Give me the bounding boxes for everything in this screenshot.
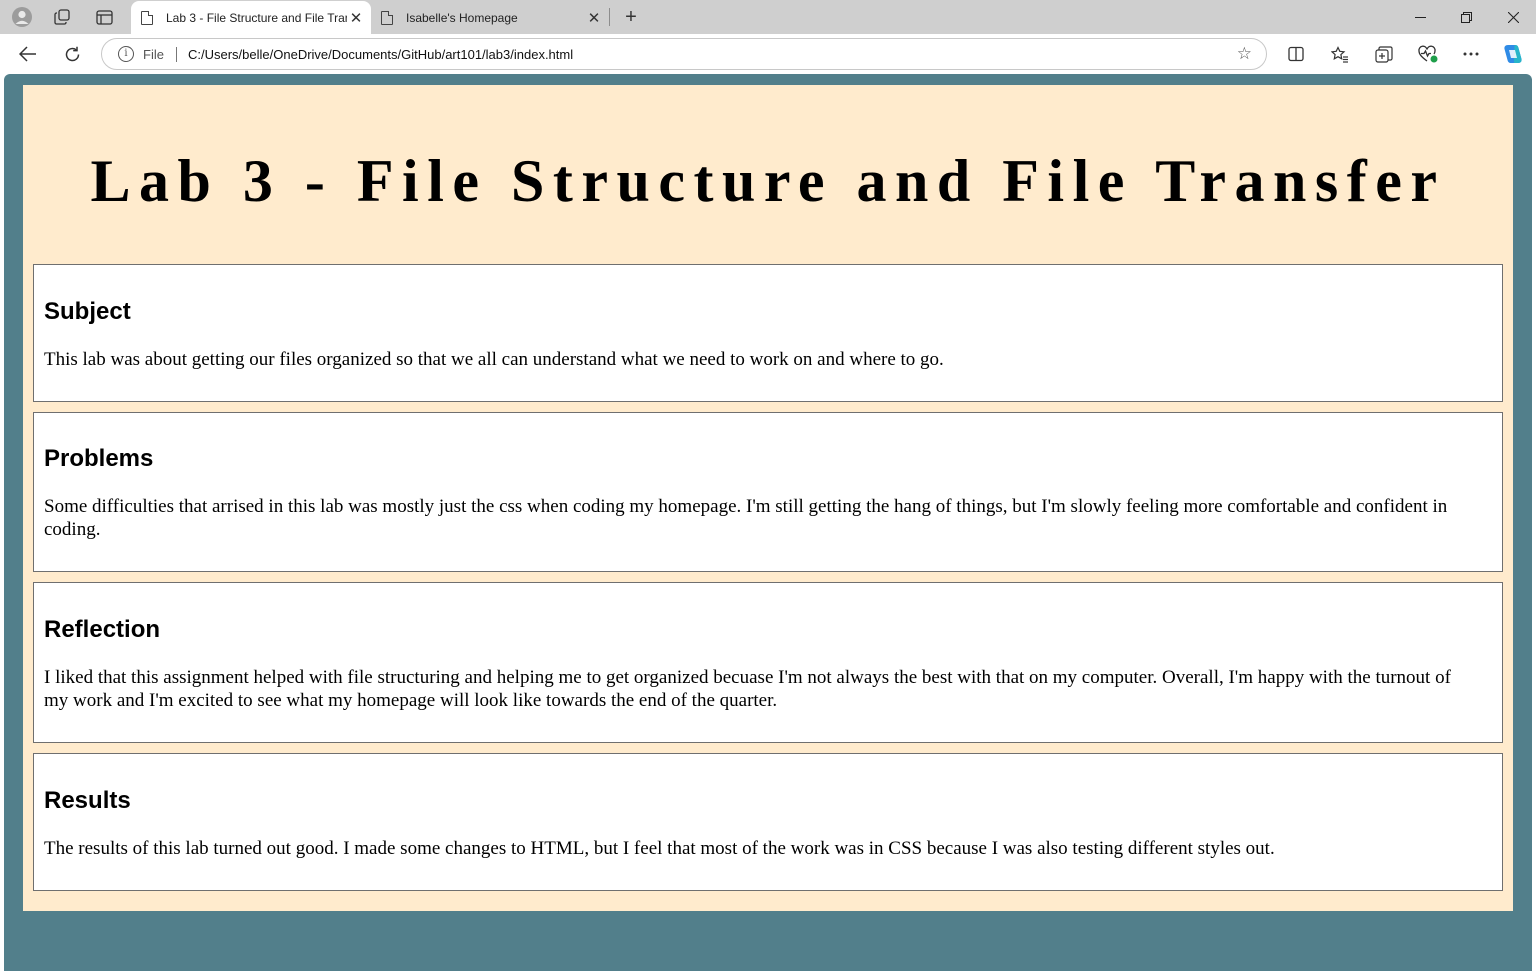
tab-divider [609,8,610,26]
section-body: I liked that this assignment helped with… [44,667,1451,711]
section-heading: Problems [44,445,154,472]
minimize-button[interactable] [1397,4,1443,30]
star-icon[interactable]: ☆ [1237,44,1252,64]
favorites-icon[interactable] [1327,41,1353,67]
document-icon [141,10,153,25]
tab-title: Isabelle's Homepage [406,10,518,25]
copilot-icon[interactable] [1500,41,1526,67]
browser-essentials-icon[interactable] [1415,41,1441,67]
new-tab-button[interactable]: + [619,5,643,29]
section-reflection: Reflection I liked that this assignment … [33,582,1503,743]
address-bar[interactable]: i File C:/Users/belle/OneDrive/Documents… [101,38,1267,70]
section-body: Some difficulties that arrised in this l… [44,496,1448,540]
address-divider [176,47,177,62]
restore-button[interactable] [1443,4,1489,30]
section-heading: Subject [44,298,131,325]
page-container: Lab 3 - File Structure and File Transfer… [23,85,1513,911]
browser-toolbar: i File C:/Users/belle/OneDrive/Documents… [0,34,1536,74]
tab-actions-icon[interactable] [91,5,117,29]
section-heading: Results [44,787,131,814]
page-title: Lab 3 - File Structure and File Transfer [90,148,1446,214]
more-icon[interactable] [1458,41,1484,67]
section-results: Results The results of this lab turned o… [33,753,1503,891]
section-heading: Reflection [44,616,161,643]
profile-icon[interactable] [9,5,35,29]
close-icon[interactable]: ✕ [347,9,365,27]
back-arrow-icon[interactable] [14,40,42,68]
section-body: The results of this lab turned out good.… [44,838,1275,859]
section-body: This lab was about getting our files org… [44,349,944,370]
address-scheme-label: File [143,47,164,62]
close-window-button[interactable] [1490,4,1536,30]
document-icon [381,10,393,25]
address-url[interactable]: C:/Users/belle/OneDrive/Documents/GitHub… [188,47,573,62]
tab-homepage[interactable]: Isabelle's Homepage ✕ [371,1,609,34]
close-icon[interactable]: ✕ [585,9,603,27]
tab-active[interactable]: Lab 3 - File Structure and File Transfer… [131,1,371,34]
workspaces-icon[interactable] [49,5,75,29]
split-screen-icon[interactable] [1283,41,1309,67]
tab-title: Lab 3 - File Structure and File Transfer [166,10,347,25]
info-icon[interactable]: i [118,46,134,62]
page-viewport: Lab 3 - File Structure and File Transfer… [4,74,1532,971]
collections-icon[interactable] [1371,41,1397,67]
tab-strip: Lab 3 - File Structure and File Transfer… [0,0,1536,34]
refresh-icon[interactable] [58,40,86,68]
section-subject: Subject This lab was about getting our f… [33,264,1503,402]
section-problems: Problems Some difficulties that arrised … [33,412,1503,572]
